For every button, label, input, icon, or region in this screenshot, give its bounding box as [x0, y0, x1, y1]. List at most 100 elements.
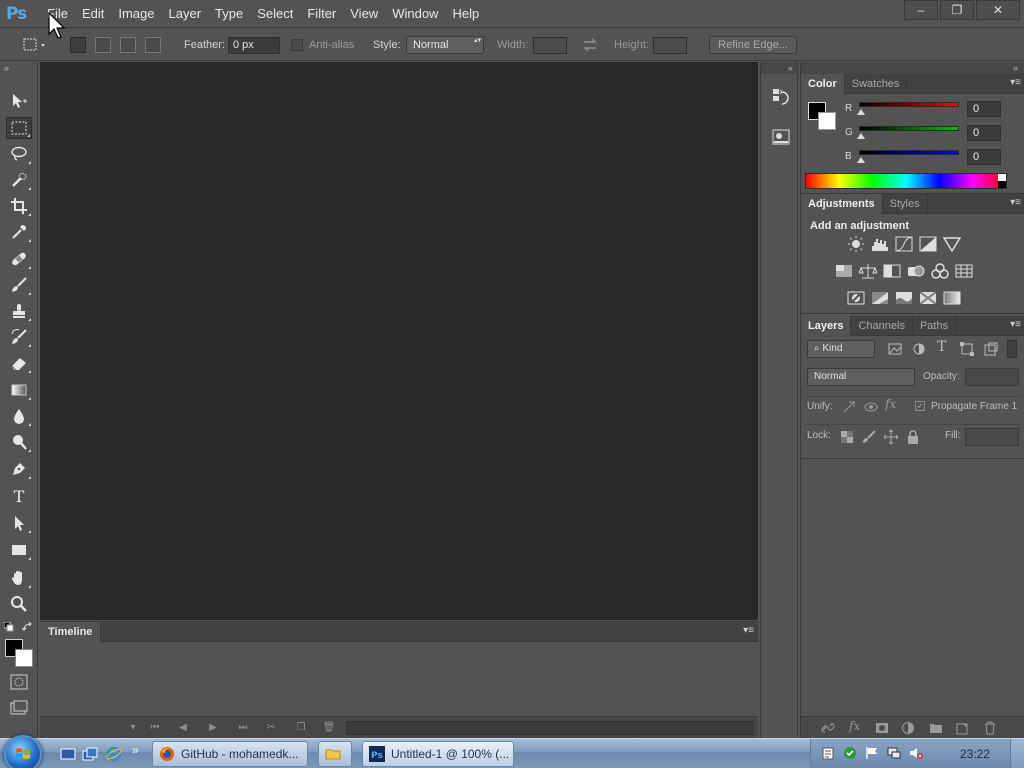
tab-layers[interactable]: Layers	[801, 316, 852, 336]
photo-filter-icon[interactable]	[907, 263, 925, 279]
red-slider-thumb[interactable]	[857, 109, 865, 115]
add-layer-mask-icon[interactable]	[875, 721, 889, 735]
layer-kind-filter[interactable]: ⌕ Kind	[807, 340, 875, 358]
timeline-scrollbar[interactable]	[346, 721, 754, 735]
green-channel-value[interactable]: 0	[967, 125, 1001, 141]
dodge-tool[interactable]	[6, 431, 32, 453]
black-white-icon[interactable]	[883, 263, 901, 279]
swap-colors-icon[interactable]	[22, 622, 34, 632]
default-colors-icon[interactable]	[4, 622, 14, 632]
new-layer-icon[interactable]	[955, 721, 969, 735]
tools-panel-grip[interactable]: »	[0, 62, 37, 74]
tab-styles[interactable]: Styles	[883, 194, 928, 214]
color-background-swatch[interactable]	[818, 112, 836, 130]
propagate-frame-checkbox[interactable]: ✓	[915, 401, 925, 411]
taskbar-firefox-button[interactable]: GitHub - mohamedk...	[152, 741, 308, 767]
zoom-tool[interactable]	[6, 593, 32, 615]
new-selection-icon[interactable]	[70, 37, 86, 53]
tab-timeline[interactable]: Timeline	[40, 622, 102, 642]
blur-tool[interactable]	[6, 405, 32, 427]
lasso-tool[interactable]	[6, 143, 32, 165]
blend-mode-select[interactable]: Normal	[807, 368, 915, 386]
menu-image[interactable]: Image	[111, 0, 161, 28]
gradient-map-icon[interactable]	[943, 290, 961, 306]
menu-type[interactable]: Type	[208, 0, 250, 28]
selective-color-icon[interactable]	[919, 290, 937, 306]
green-slider-thumb[interactable]	[857, 133, 865, 139]
duplicate-frame-icon[interactable]: ❐	[290, 720, 312, 736]
play-icon[interactable]: ▶	[202, 720, 224, 736]
menu-select[interactable]: Select	[250, 0, 300, 28]
delete-frame-icon[interactable]: 🗑	[318, 720, 340, 736]
delete-layer-icon[interactable]	[983, 721, 997, 735]
menu-view[interactable]: View	[343, 0, 385, 28]
vibrance-icon[interactable]	[943, 236, 961, 252]
channel-mixer-icon[interactable]	[931, 263, 949, 279]
document-canvas-area[interactable]	[40, 62, 758, 620]
hue-saturation-icon[interactable]	[835, 263, 853, 279]
type-layer-filter-icon[interactable]: T	[937, 339, 953, 355]
lock-position-icon[interactable]	[883, 429, 899, 445]
start-button[interactable]	[4, 735, 42, 768]
eyedropper-tool[interactable]	[6, 221, 32, 243]
unify-visibility-icon[interactable]	[863, 399, 879, 415]
menu-help[interactable]: Help	[445, 0, 486, 28]
adjustment-layer-filter-icon[interactable]	[911, 341, 927, 357]
eraser-tool[interactable]	[6, 352, 32, 374]
blue-slider-thumb[interactable]	[857, 157, 865, 163]
switch-windows-icon[interactable]	[82, 746, 98, 762]
adjustments-panel-menu-icon[interactable]: ▾≡	[1010, 198, 1021, 208]
shape-layer-filter-icon[interactable]	[959, 341, 975, 357]
opacity-input[interactable]	[965, 368, 1019, 386]
background-color-swatch[interactable]	[15, 649, 33, 667]
crop-tool[interactable]	[6, 195, 32, 217]
brightness-contrast-icon[interactable]	[847, 236, 865, 252]
menu-filter[interactable]: Filter	[300, 0, 343, 28]
internet-explorer-icon[interactable]	[106, 746, 122, 762]
tool-preset-picker[interactable]	[20, 35, 48, 55]
taskbar-photoshop-button[interactable]: Ps Untitled-1 @ 100% (...	[362, 741, 514, 767]
rectangle-tool[interactable]	[6, 539, 32, 561]
unify-style-icon[interactable]: fx	[885, 397, 901, 413]
path-selection-tool[interactable]	[6, 512, 32, 534]
menu-edit[interactable]: Edit	[75, 0, 111, 28]
width-input[interactable]	[533, 37, 567, 54]
height-input[interactable]	[653, 37, 687, 54]
security-tray-icon[interactable]	[843, 746, 857, 760]
clone-stamp-tool[interactable]	[6, 300, 32, 322]
color-panel-menu-icon[interactable]: ▾≡	[1010, 78, 1021, 88]
layers-list[interactable]	[801, 458, 1024, 648]
next-frame-icon[interactable]: ⏭	[232, 720, 254, 736]
hand-tool[interactable]	[6, 567, 32, 589]
first-frame-icon[interactable]: ⏮	[144, 720, 166, 736]
tab-paths[interactable]: Paths	[913, 316, 957, 336]
menu-layer[interactable]: Layer	[162, 0, 209, 28]
quick-selection-tool[interactable]	[6, 169, 32, 191]
taskbar-clock[interactable]: 23:22	[960, 739, 990, 768]
pixel-layer-filter-icon[interactable]	[887, 341, 903, 357]
quick-mask-icon[interactable]	[10, 674, 28, 690]
lock-all-icon[interactable]	[905, 429, 921, 445]
previous-frame-icon[interactable]: ◀	[172, 720, 194, 736]
timeline-panel-menu-icon[interactable]: ▾≡	[743, 625, 754, 636]
tab-color[interactable]: Color	[801, 74, 845, 94]
intersect-selection-icon[interactable]	[145, 37, 161, 53]
pen-tool[interactable]	[6, 458, 32, 480]
panel-dock-grip[interactable]: «	[801, 62, 1024, 74]
add-to-selection-icon[interactable]	[95, 37, 111, 53]
move-tool[interactable]	[6, 90, 32, 112]
brush-tool[interactable]	[6, 274, 32, 296]
levels-icon[interactable]	[871, 236, 889, 252]
restore-button[interactable]: ❐	[940, 0, 974, 20]
invert-icon[interactable]	[847, 290, 865, 306]
tab-adjustments[interactable]: Adjustments	[801, 194, 883, 214]
new-group-icon[interactable]	[929, 721, 943, 735]
filter-toggle-switch[interactable]	[1007, 340, 1017, 358]
posterize-icon[interactable]	[871, 290, 889, 306]
close-button[interactable]: ✕	[976, 0, 1020, 20]
tween-icon[interactable]: ✂	[260, 720, 282, 736]
tab-channels[interactable]: Channels	[851, 316, 913, 336]
history-brush-tool[interactable]	[6, 326, 32, 348]
subtract-from-selection-icon[interactable]	[120, 37, 136, 53]
red-channel-value[interactable]: 0	[967, 101, 1001, 117]
